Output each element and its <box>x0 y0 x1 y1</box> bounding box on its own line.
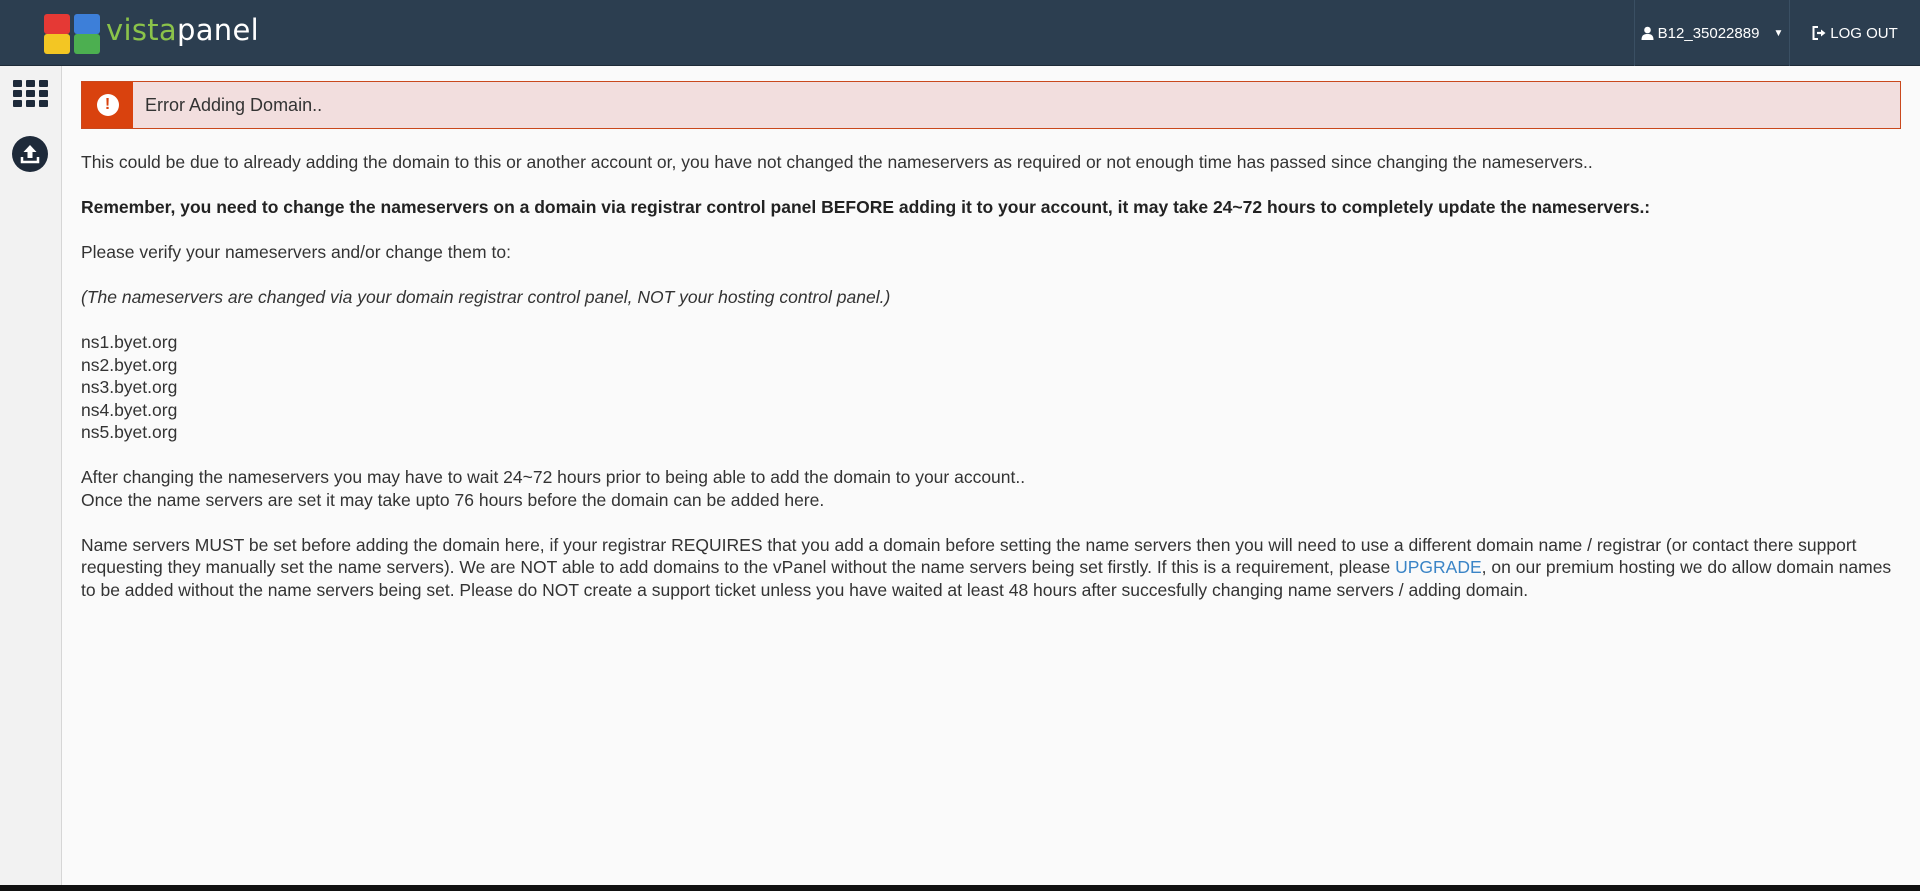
nameserver-item: ns4.byet.org <box>81 399 178 420</box>
error-alert: ! Error Adding Domain.. <box>81 81 1901 129</box>
logo-text: vistapanel <box>106 13 259 47</box>
upload-icon[interactable] <box>12 136 48 172</box>
nameserver-item: ns2.byet.org <box>81 354 178 375</box>
alert-message: Error Adding Domain.. <box>145 94 323 115</box>
logout-label: LOG OUT <box>1830 24 1898 42</box>
top-navbar: vistapanel B12_35022889 ▼ LOG OUT <box>0 0 1920 66</box>
grid-icon[interactable] <box>13 80 49 108</box>
bottom-edge <box>0 885 1920 891</box>
user-icon <box>1641 26 1654 40</box>
main-content: ! Error Adding Domain.. This could be du… <box>81 81 1901 624</box>
reason-text: This could be due to already adding the … <box>81 152 1593 172</box>
nameserver-item: ns5.byet.org <box>81 422 178 442</box>
upgrade-link[interactable]: UPGRADE <box>1395 557 1482 577</box>
sidebar <box>0 66 62 891</box>
nameserver-item: ns1.byet.org <box>81 332 178 352</box>
logo-mark-icon <box>42 12 100 54</box>
alert-icon-box: ! <box>82 82 133 128</box>
wait-line-1: After changing the nameservers you may h… <box>81 467 1026 487</box>
wait-line-2: Once the name servers are set it may tak… <box>81 489 825 510</box>
error-details: This could be due to already adding the … <box>81 151 1901 601</box>
logout-button[interactable]: LOG OUT <box>1790 0 1920 66</box>
verify-text: Please verify your nameservers and/or ch… <box>81 242 511 262</box>
vistapanel-logo[interactable]: vistapanel <box>42 10 259 56</box>
exclamation-icon: ! <box>96 94 119 116</box>
requirement-text: Name servers MUST be set before adding t… <box>81 534 1901 602</box>
reminder-text: Remember, you need to change the nameser… <box>81 197 1651 217</box>
nameserver-list: ns1.byet.org ns2.byet.org ns3.byet.org n… <box>81 331 1901 444</box>
nameserver-item: ns3.byet.org <box>81 377 178 397</box>
wait-text: After changing the nameservers you may h… <box>81 466 1901 511</box>
logout-icon <box>1812 26 1826 40</box>
user-menu-dropdown[interactable]: B12_35022889 ▼ <box>1634 0 1790 66</box>
username-label: B12_35022889 <box>1657 24 1760 42</box>
chevron-down-icon: ▼ <box>1773 27 1784 39</box>
note-text: (The nameservers are changed via your do… <box>81 287 891 307</box>
